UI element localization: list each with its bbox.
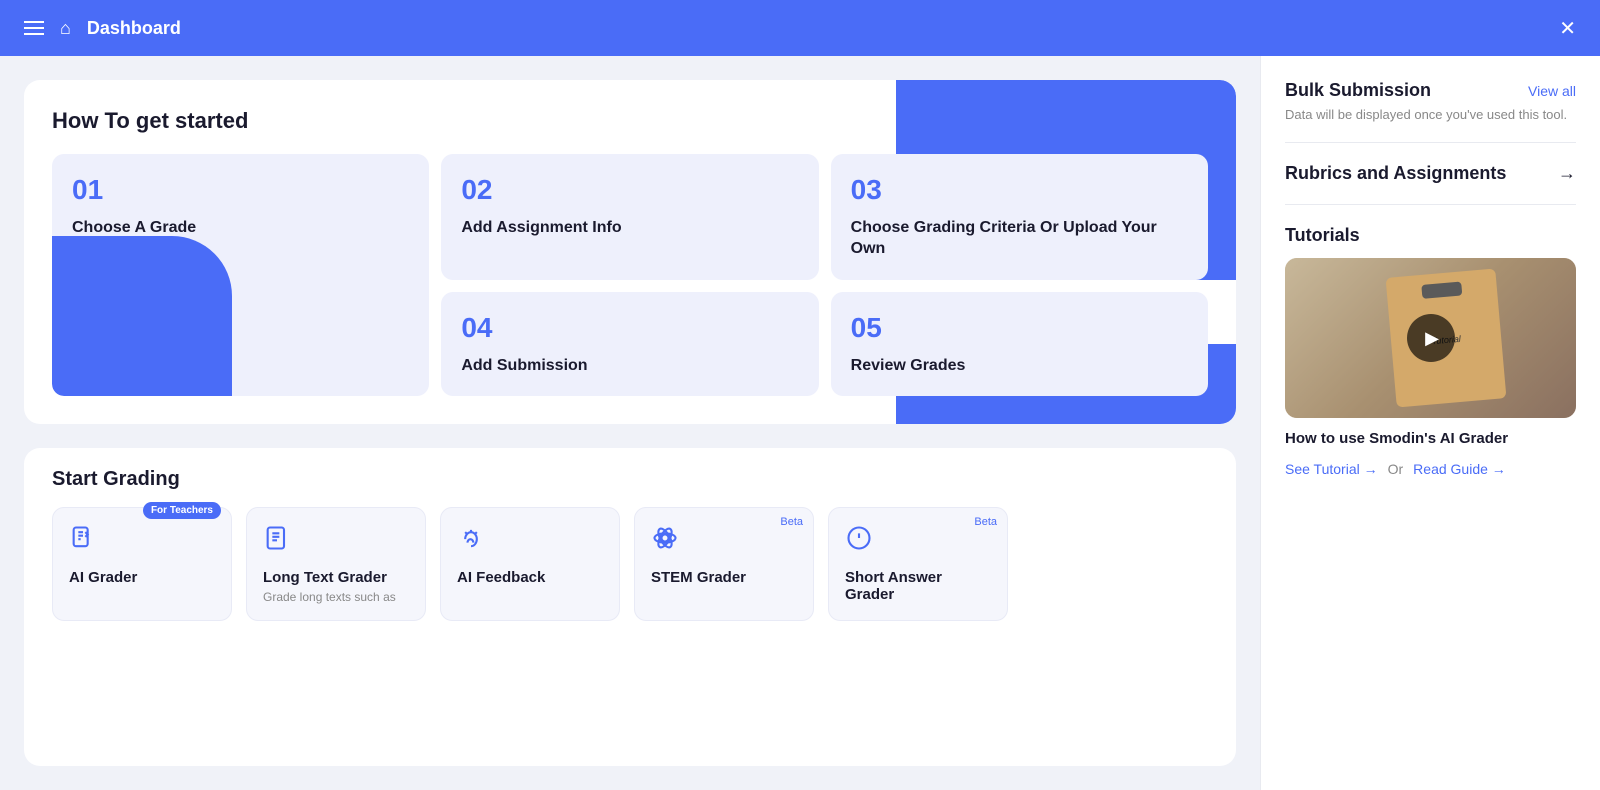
rubrics-arrow: → [1558,163,1576,184]
grading-card-long-text[interactable]: Long Text Grader Grade long texts such a… [246,507,426,621]
tutorial-or: Or [1388,461,1404,477]
stem-beta-badge: Beta [780,516,803,528]
header: ⌂ Dashboard ✕ [0,0,1600,56]
step-3-number: 03 [851,174,1188,206]
divider-1 [1285,142,1576,143]
how-to-section: How To get started 01 Choose A GradeType… [24,80,1236,424]
tutorial-links: See Tutorial → Or Read Guide → [1285,461,1576,477]
clipboard-top [1421,281,1462,298]
step-1-number: 01 [72,174,409,206]
step-1-blob [52,236,232,396]
steps-grid: 01 Choose A GradeType 02 Add Assignment … [52,154,1208,396]
content-area: How To get started 01 Choose A GradeType… [0,56,1260,790]
bulk-submission-section: Bulk Submission View all Data will be di… [1285,80,1576,122]
for-teachers-badge: For Teachers [143,502,221,519]
short-answer-label: Short Answer Grader [845,569,991,603]
main-layout: How To get started 01 Choose A GradeType… [0,56,1600,790]
see-tutorial-link[interactable]: See Tutorial → [1285,461,1378,477]
start-grading-title: Start Grading [52,468,1208,491]
step-5-label: Review Grades [851,356,1188,377]
view-all-link[interactable]: View all [1528,83,1576,99]
close-icon[interactable]: ✕ [1559,16,1576,41]
home-icon[interactable]: ⌂ [60,18,71,39]
long-text-icon [263,524,409,559]
tutorials-section: Tutorials Tutorial ▶ How to use Smodin's… [1285,225,1576,477]
step-4-number: 04 [461,312,798,344]
bulk-submission-empty: Data will be displayed once you've used … [1285,107,1576,122]
step-2-label: Add Assignment Info [461,218,798,239]
step-3-label: Choose Grading Criteria Or Upload Your O… [851,218,1188,260]
long-text-label: Long Text Grader [263,569,409,586]
bulk-submission-title: Bulk Submission [1285,80,1431,101]
step-4-label: Add Submission [461,356,798,377]
step-card-5[interactable]: 05 Review Grades [831,292,1208,397]
short-answer-icon [845,524,991,559]
header-title: Dashboard [87,18,181,39]
step-card-2[interactable]: 02 Add Assignment Info [441,154,818,280]
rubrics-title: Rubrics and Assignments [1285,163,1506,184]
grading-card-ai-grader[interactable]: For Teachers AI Grader [52,507,232,621]
stem-label: STEM Grader [651,569,797,586]
start-grading-section: Start Grading For Teachers AI Grader Lon… [24,448,1236,766]
right-sidebar: Bulk Submission View all Data will be di… [1260,56,1600,790]
ai-feedback-label: AI Feedback [457,569,603,586]
step-5-number: 05 [851,312,1188,344]
rubrics-section[interactable]: Rubrics and Assignments → [1285,163,1576,184]
play-button[interactable]: ▶ [1407,314,1455,362]
tutorial-thumbnail[interactable]: Tutorial ▶ [1285,258,1576,418]
step-card-1[interactable]: 01 Choose A GradeType [52,154,429,396]
ai-grader-label: AI Grader [69,569,215,586]
step-card-3[interactable]: 03 Choose Grading Criteria Or Upload You… [831,154,1208,280]
grading-card-ai-feedback[interactable]: AI Feedback [440,507,620,621]
tutorial-video-title: How to use Smodin's AI Grader [1285,430,1576,447]
hamburger-icon[interactable] [24,21,44,35]
grading-card-short-answer[interactable]: Beta Short Answer Grader [828,507,1008,621]
long-text-desc: Grade long texts such as [263,590,409,604]
divider-2 [1285,204,1576,205]
play-icon: ▶ [1425,328,1439,349]
grading-cards: For Teachers AI Grader Long Text Grader … [52,507,1208,621]
short-answer-beta-badge: Beta [974,516,997,528]
ai-grader-icon [69,524,215,559]
grading-card-stem[interactable]: Beta STEM Grader [634,507,814,621]
step-card-4[interactable]: 04 Add Submission [441,292,818,397]
read-guide-link[interactable]: Read Guide → [1413,461,1506,477]
header-left: ⌂ Dashboard [24,18,181,39]
stem-icon [651,524,797,559]
tutorials-title: Tutorials [1285,225,1576,246]
bulk-submission-header: Bulk Submission View all [1285,80,1576,101]
ai-feedback-icon [457,524,603,559]
step-2-number: 02 [461,174,798,206]
